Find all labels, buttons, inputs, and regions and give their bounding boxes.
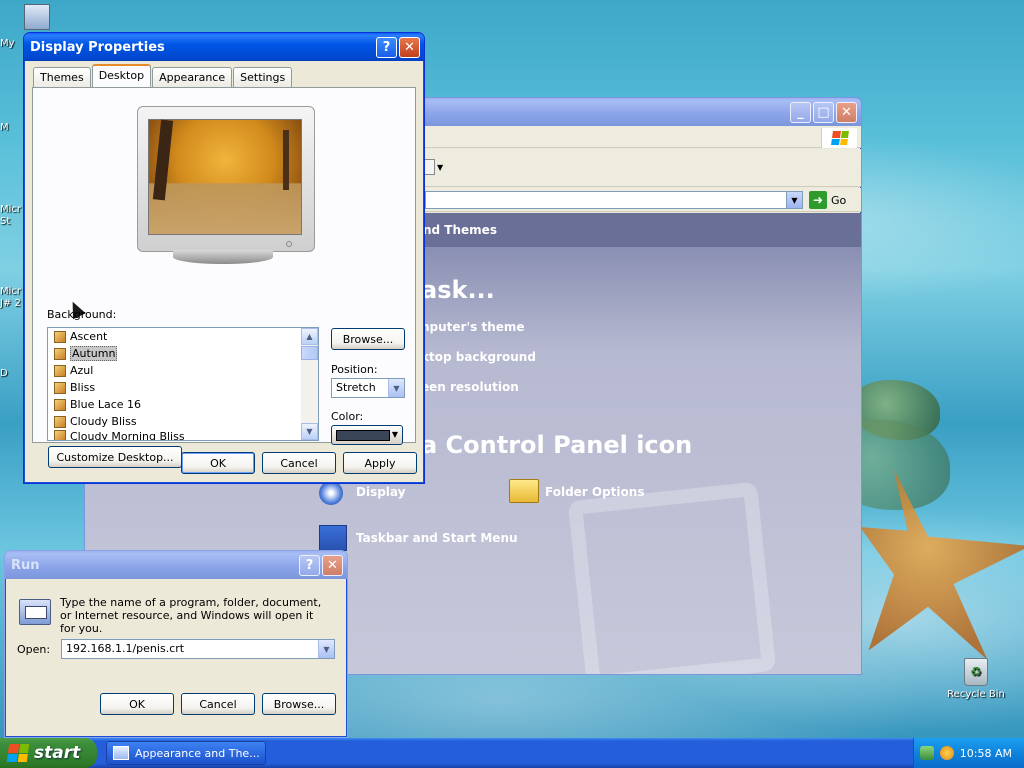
image-file-icon bbox=[54, 398, 66, 411]
tab-settings[interactable]: Settings bbox=[233, 67, 293, 87]
start-button[interactable]: start bbox=[0, 738, 97, 768]
network-icon[interactable] bbox=[919, 746, 934, 760]
position-select[interactable]: Stretch ▼ bbox=[331, 378, 405, 398]
desktop-icon-label[interactable]: Micr bbox=[0, 204, 24, 215]
run-titlebar[interactable]: Run ? ✕ bbox=[5, 551, 347, 579]
ok-button[interactable]: OK bbox=[181, 452, 255, 474]
image-file-icon bbox=[54, 381, 66, 394]
checkmark-watermark-icon bbox=[567, 481, 777, 674]
list-item[interactable]: Cloudy Morning Bliss bbox=[48, 430, 318, 440]
list-item[interactable]: Ascent bbox=[48, 328, 318, 345]
address-input[interactable]: ▼ bbox=[425, 191, 803, 209]
taskbar-icon[interactable] bbox=[319, 525, 347, 551]
list-item-selected[interactable]: Autumn bbox=[48, 345, 318, 362]
background-listbox[interactable]: Ascent Autumn Azul Bliss Blue Lace 16 Cl… bbox=[47, 327, 319, 441]
display-properties-window: Display Properties ? ✕ Themes Desktop Ap… bbox=[23, 32, 425, 484]
run-dialog: Run ? ✕ Type the name of a program, fold… bbox=[4, 550, 348, 738]
image-file-icon bbox=[54, 430, 66, 440]
folder-options-link[interactable]: Folder Options bbox=[545, 485, 644, 499]
desktop-tab-panel: Background: Ascent Autumn Azul Bliss Blu… bbox=[32, 87, 416, 468]
desktop-icon-label[interactable]: My bbox=[0, 38, 24, 49]
maximize-button[interactable]: □ bbox=[813, 101, 834, 123]
image-file-icon bbox=[54, 330, 66, 343]
display-properties-titlebar[interactable]: Display Properties ? ✕ bbox=[24, 33, 424, 61]
desktop-icon-label[interactable]: Micr bbox=[0, 286, 24, 297]
window-icon bbox=[113, 746, 129, 760]
task-link-resolution[interactable]: een resolution bbox=[421, 380, 519, 394]
list-item[interactable]: Blue Lace 16 bbox=[48, 396, 318, 413]
browse-button[interactable]: Browse... bbox=[331, 328, 405, 350]
tab-strip: Themes Desktop Appearance Settings bbox=[33, 64, 293, 87]
image-file-icon bbox=[54, 347, 66, 360]
run-description: Type the name of a program, folder, docu… bbox=[60, 596, 322, 635]
cancel-button[interactable]: Cancel bbox=[181, 693, 255, 715]
run-icon bbox=[19, 599, 51, 625]
listbox-scrollbar[interactable]: ▲ ▼ bbox=[301, 328, 318, 440]
window-title: Display Properties bbox=[30, 39, 165, 55]
desktop-icon-label[interactable]: St bbox=[0, 216, 24, 227]
scroll-thumb[interactable] bbox=[301, 346, 318, 360]
open-input[interactable]: 192.168.1.1/penis.crt ▼ bbox=[61, 639, 335, 659]
color-picker-button[interactable]: ▼ bbox=[331, 425, 403, 445]
list-item[interactable]: Bliss bbox=[48, 379, 318, 396]
my-computer-icon[interactable] bbox=[24, 4, 50, 30]
chevron-down-icon[interactable]: ▼ bbox=[786, 192, 802, 208]
folder-icon[interactable] bbox=[509, 479, 539, 503]
list-item[interactable]: Cloudy Bliss bbox=[48, 413, 318, 430]
pick-task-heading: ask... bbox=[421, 276, 495, 304]
list-item[interactable]: Azul bbox=[48, 362, 318, 379]
taskbar: start Appearance and The... 10:58 AM bbox=[0, 738, 1024, 768]
close-button[interactable]: ✕ bbox=[399, 36, 420, 58]
ok-button[interactable]: OK bbox=[100, 693, 174, 715]
image-file-icon bbox=[54, 364, 66, 377]
windows-logo-icon bbox=[6, 744, 30, 762]
chevron-down-icon[interactable]: ▼ bbox=[388, 379, 404, 397]
recycle-bin-icon: ♻ bbox=[964, 658, 988, 686]
search-icon[interactable] bbox=[939, 746, 954, 760]
go-button[interactable]: ➜ Go bbox=[809, 191, 846, 209]
close-button[interactable]: ✕ bbox=[322, 554, 343, 576]
chevron-down-icon: ▼ bbox=[391, 430, 398, 439]
image-file-icon bbox=[54, 415, 66, 428]
taskbar-window-button[interactable]: Appearance and The... bbox=[106, 741, 266, 765]
monitor-stand bbox=[173, 250, 273, 264]
tab-desktop[interactable]: Desktop bbox=[91, 64, 152, 87]
desktop-icon-label[interactable]: D bbox=[0, 368, 24, 379]
chevron-down-icon[interactable]: ▼ bbox=[437, 163, 443, 172]
cancel-button[interactable]: Cancel bbox=[262, 452, 336, 474]
desktop-icon-label[interactable]: M bbox=[0, 122, 24, 133]
browse-button[interactable]: Browse... bbox=[262, 693, 336, 715]
windows-logo-icon bbox=[821, 128, 857, 148]
clock[interactable]: 10:58 AM bbox=[960, 747, 1012, 760]
open-label: Open: bbox=[17, 643, 51, 656]
display-link[interactable]: Display bbox=[356, 485, 405, 499]
system-tray: 10:58 AM bbox=[913, 738, 1024, 768]
wallpaper-preview bbox=[148, 119, 302, 235]
help-button[interactable]: ? bbox=[376, 36, 397, 58]
task-link-background[interactable]: ktop background bbox=[421, 350, 536, 364]
close-button[interactable]: ✕ bbox=[836, 101, 857, 123]
scroll-up-icon[interactable]: ▲ bbox=[301, 328, 318, 345]
tab-themes[interactable]: Themes bbox=[33, 67, 91, 87]
position-label: Position: bbox=[331, 363, 378, 376]
task-link-theme[interactable]: nputer's theme bbox=[421, 320, 525, 334]
color-swatch bbox=[336, 430, 390, 441]
recycle-bin[interactable]: ♻ Recycle Bin bbox=[946, 658, 1006, 700]
color-label: Color: bbox=[331, 410, 364, 423]
display-icon[interactable] bbox=[319, 481, 343, 505]
desktop-icon-label[interactable]: J# 2 bbox=[0, 298, 24, 309]
arrow-right-icon: ➜ bbox=[809, 191, 827, 209]
taskbar-start-menu-link[interactable]: Taskbar and Start Menu bbox=[356, 531, 518, 545]
tab-appearance[interactable]: Appearance bbox=[152, 67, 233, 87]
chevron-down-icon[interactable]: ▼ bbox=[318, 640, 334, 658]
help-button[interactable]: ? bbox=[299, 554, 320, 576]
monitor-preview bbox=[137, 106, 315, 252]
scroll-down-icon[interactable]: ▼ bbox=[301, 423, 318, 440]
minimize-button[interactable]: _ bbox=[790, 101, 811, 123]
window-title: Run bbox=[11, 557, 40, 573]
pick-icon-heading: a Control Panel icon bbox=[421, 431, 693, 459]
apply-button[interactable]: Apply bbox=[343, 452, 417, 474]
power-button-icon bbox=[286, 241, 292, 247]
customize-desktop-button[interactable]: Customize Desktop... bbox=[48, 446, 182, 468]
